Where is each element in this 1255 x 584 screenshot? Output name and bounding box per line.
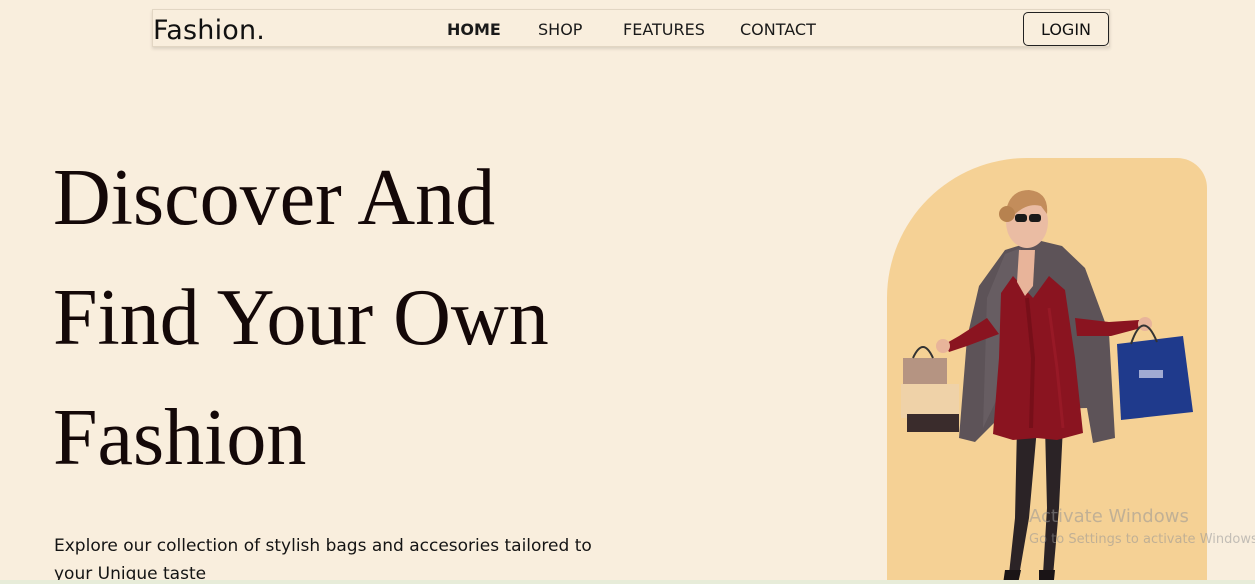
watermark-title: Activate Windows bbox=[1029, 506, 1189, 527]
watermark-subtitle: Go to Settings to activate Windows. bbox=[1029, 532, 1255, 547]
hero-title-line-2: Find Your Own bbox=[53, 274, 549, 362]
nav-link-features[interactable]: FEATURES bbox=[623, 20, 705, 40]
nav-link-contact[interactable]: CONTACT bbox=[740, 20, 816, 40]
navbar: Fashion. HOME SHOP FEATURES CONTACT LOGI… bbox=[152, 9, 1110, 47]
page: Fashion. HOME SHOP FEATURES CONTACT LOGI… bbox=[0, 0, 1255, 584]
hero-title: Discover And Find Your Own Fashion bbox=[53, 138, 673, 498]
activate-windows-watermark: Activate Windows Go to Settings to activ… bbox=[1029, 506, 1255, 550]
hero-title-line-3: Fashion bbox=[53, 394, 307, 482]
login-button[interactable]: LOGIN bbox=[1023, 12, 1109, 46]
nav-link-shop[interactable]: SHOP bbox=[538, 20, 582, 40]
hero-description: Explore our collection of stylish bags a… bbox=[54, 536, 592, 584]
nav-link-home[interactable]: HOME bbox=[447, 20, 501, 40]
bottom-strip bbox=[0, 580, 1255, 584]
brand-logo[interactable]: Fashion. bbox=[153, 13, 265, 49]
hero-title-line-1: Discover And bbox=[53, 154, 496, 242]
